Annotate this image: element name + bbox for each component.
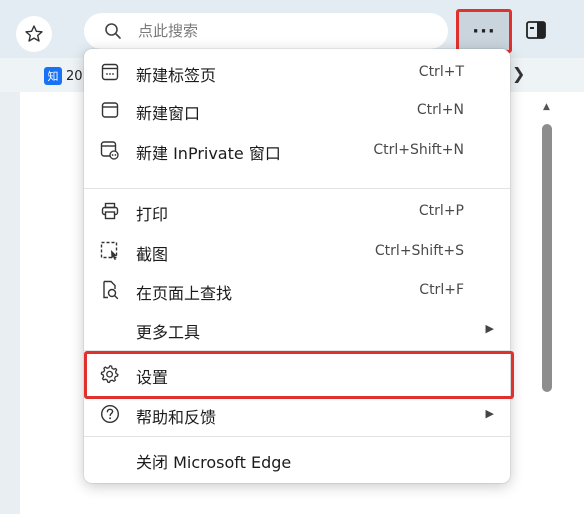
chevron-right-icon[interactable]: ❯ [512, 64, 525, 83]
favorite-item-label: 20 [66, 68, 83, 84]
menu-divider [84, 436, 510, 437]
menu-item-shortcut: Ctrl+N [416, 102, 464, 118]
search-input[interactable] [138, 19, 428, 43]
new-window-icon [100, 100, 120, 120]
menu-item-help-and-feedback[interactable]: 帮助和反馈 ▶ [84, 395, 510, 433]
menu-item-find-on-page[interactable]: 在页面上查找 Ctrl+F [84, 271, 510, 309]
menu-divider [84, 188, 510, 189]
menu-item-label: 更多工具 [136, 323, 201, 342]
menu-item-label: 新建窗口 [136, 104, 201, 123]
menu-divider [84, 350, 510, 351]
zhihu-logo-icon: 知 [44, 67, 62, 85]
favorite-item[interactable]: 知 20 [44, 66, 83, 86]
screenshot-icon [100, 241, 120, 261]
menu-item-label: 帮助和反馈 [136, 408, 217, 427]
menu-item-shortcut: Ctrl+T [418, 64, 464, 80]
more-options-button[interactable]: ··· [456, 9, 512, 53]
help-icon [100, 404, 120, 424]
menu-item-settings[interactable]: 设置 [84, 355, 510, 393]
menu-item-new-tab[interactable]: 新建标签页 Ctrl+T [84, 53, 510, 91]
submenu-arrow-icon: ▶ [485, 407, 494, 420]
inprivate-window-icon [100, 140, 120, 160]
menu-item-screenshot[interactable]: 截图 Ctrl+Shift+S [84, 232, 510, 270]
menu-item-label: 新建 InPrivate 窗口 [136, 144, 281, 163]
gear-icon [100, 364, 120, 384]
favorite-star-button[interactable] [16, 16, 52, 52]
more-options-menu: 新建标签页 Ctrl+T 新建窗口 Ctrl+N 新建 InPrivate 窗口… [84, 49, 510, 483]
menu-item-new-window[interactable]: 新建窗口 Ctrl+N [84, 91, 510, 129]
star-icon [25, 25, 43, 42]
submenu-arrow-icon: ▶ [485, 322, 494, 335]
menu-item-label: 在页面上查找 [136, 284, 233, 303]
menu-item-shortcut: Ctrl+Shift+S [374, 243, 464, 259]
menu-item-shortcut: Ctrl+Shift+N [373, 142, 464, 158]
menu-item-label: 新建标签页 [136, 66, 217, 85]
sidebar-toggle-button[interactable] [524, 18, 548, 42]
print-icon [100, 201, 120, 221]
scrollbar-thumb[interactable] [542, 124, 552, 392]
search-box[interactable] [84, 13, 448, 49]
menu-item-close-edge[interactable]: 关闭 Microsoft Edge [84, 440, 510, 478]
sidebar-icon [526, 21, 546, 39]
new-tab-icon [100, 62, 120, 82]
menu-item-label: 打印 [136, 205, 169, 224]
menu-item-label: 截图 [136, 245, 169, 264]
menu-item-label: 设置 [136, 368, 169, 387]
scroll-up-arrow-icon[interactable]: ▲ [543, 102, 550, 112]
menu-item-more-tools[interactable]: 更多工具 ▶ [84, 310, 510, 348]
find-on-page-icon [100, 280, 120, 300]
search-icon [104, 22, 122, 44]
menu-item-print[interactable]: 打印 Ctrl+P [84, 192, 510, 230]
page-left-edge [0, 92, 20, 514]
menu-item-shortcut: Ctrl+P [418, 203, 464, 219]
menu-item-shortcut: Ctrl+F [419, 282, 464, 298]
menu-item-new-inprivate-window[interactable]: 新建 InPrivate 窗口 Ctrl+Shift+N [84, 131, 510, 169]
menu-item-label: 关闭 Microsoft Edge [136, 453, 292, 472]
